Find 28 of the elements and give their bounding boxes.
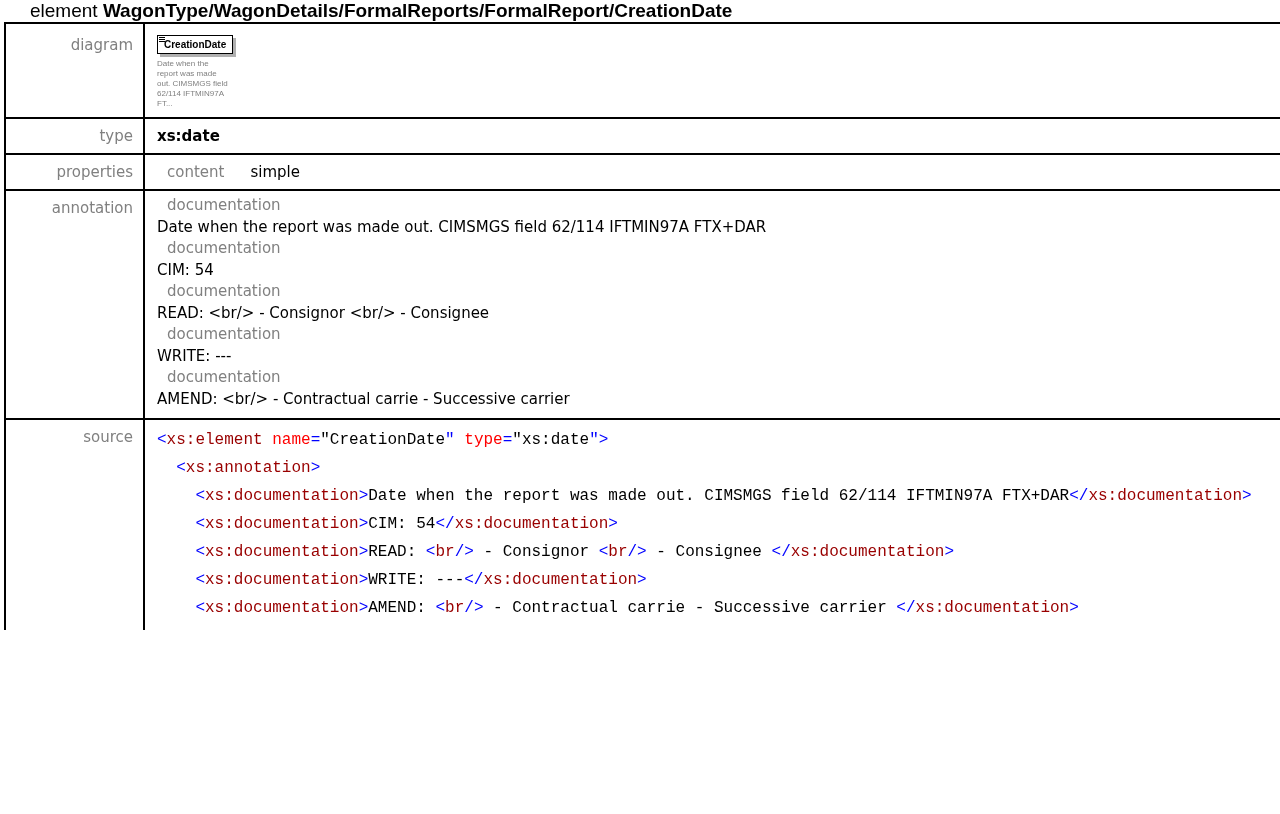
code-line: <xs:documentation>CIM: 54</xs:documentation>: [194, 514, 619, 535]
row-label: diagram: [70, 36, 133, 54]
documentation-label: documentation: [166, 195, 282, 216]
documentation-label: documentation: [166, 367, 282, 388]
documentation-label: documentation: [166, 281, 282, 302]
code-line: <xs:documentation>AMEND: <br/> - Contractual carrie - Successive carrier </xs:documentation>: [194, 598, 1080, 619]
code-line: <xs:annotation>: [175, 458, 322, 479]
element-description: Date when the report was made out. CIMSMGS field 62/114 IFTMIN97A FT...: [157, 59, 229, 109]
code-line: <xs:documentation>Date when the report was made out. CIMSMGS field 62/114 IFTMIN97A FTX+DAR</xs:documentation>: [194, 486, 1253, 507]
documentation-label: documentation: [166, 238, 282, 259]
element-name: CreationDate: [164, 39, 227, 50]
row-label: type: [99, 127, 133, 145]
documentation-text: AMEND: <br/> - Contractual carrie - Successive carrier: [157, 388, 571, 410]
code-line: <xs:documentation>READ: <br/> - Consignor <br/> - Consignee </xs:documentation>: [194, 542, 955, 563]
documentation-text: WRITE: ---: [157, 345, 233, 367]
row-label: source: [83, 428, 133, 446]
property-name: content: [167, 163, 225, 181]
documentation-text: Date when the report was made out. CIMSMGS field 62/114 IFTMIN97A FTX+DAR: [157, 216, 768, 238]
code-line: <xs:documentation>WRITE: ---</xs:documentation>: [194, 570, 648, 591]
documentation-label: documentation: [166, 324, 282, 345]
code-line: <xs:element name="CreationDate" type="xs:date">: [157, 430, 610, 451]
property-value: simple: [250, 163, 300, 181]
row-label: properties: [56, 163, 133, 181]
row-label: annotation: [51, 199, 133, 217]
documentation-text: CIM: 54: [157, 259, 215, 281]
documentation-text: READ: <br/> - Consignor <br/> - Consignee: [157, 302, 491, 324]
page-heading: element WagonType/WagonDetails/FormalReports/FormalReport/CreationDate: [29, 0, 734, 22]
type-value: xs:date: [157, 127, 220, 145]
